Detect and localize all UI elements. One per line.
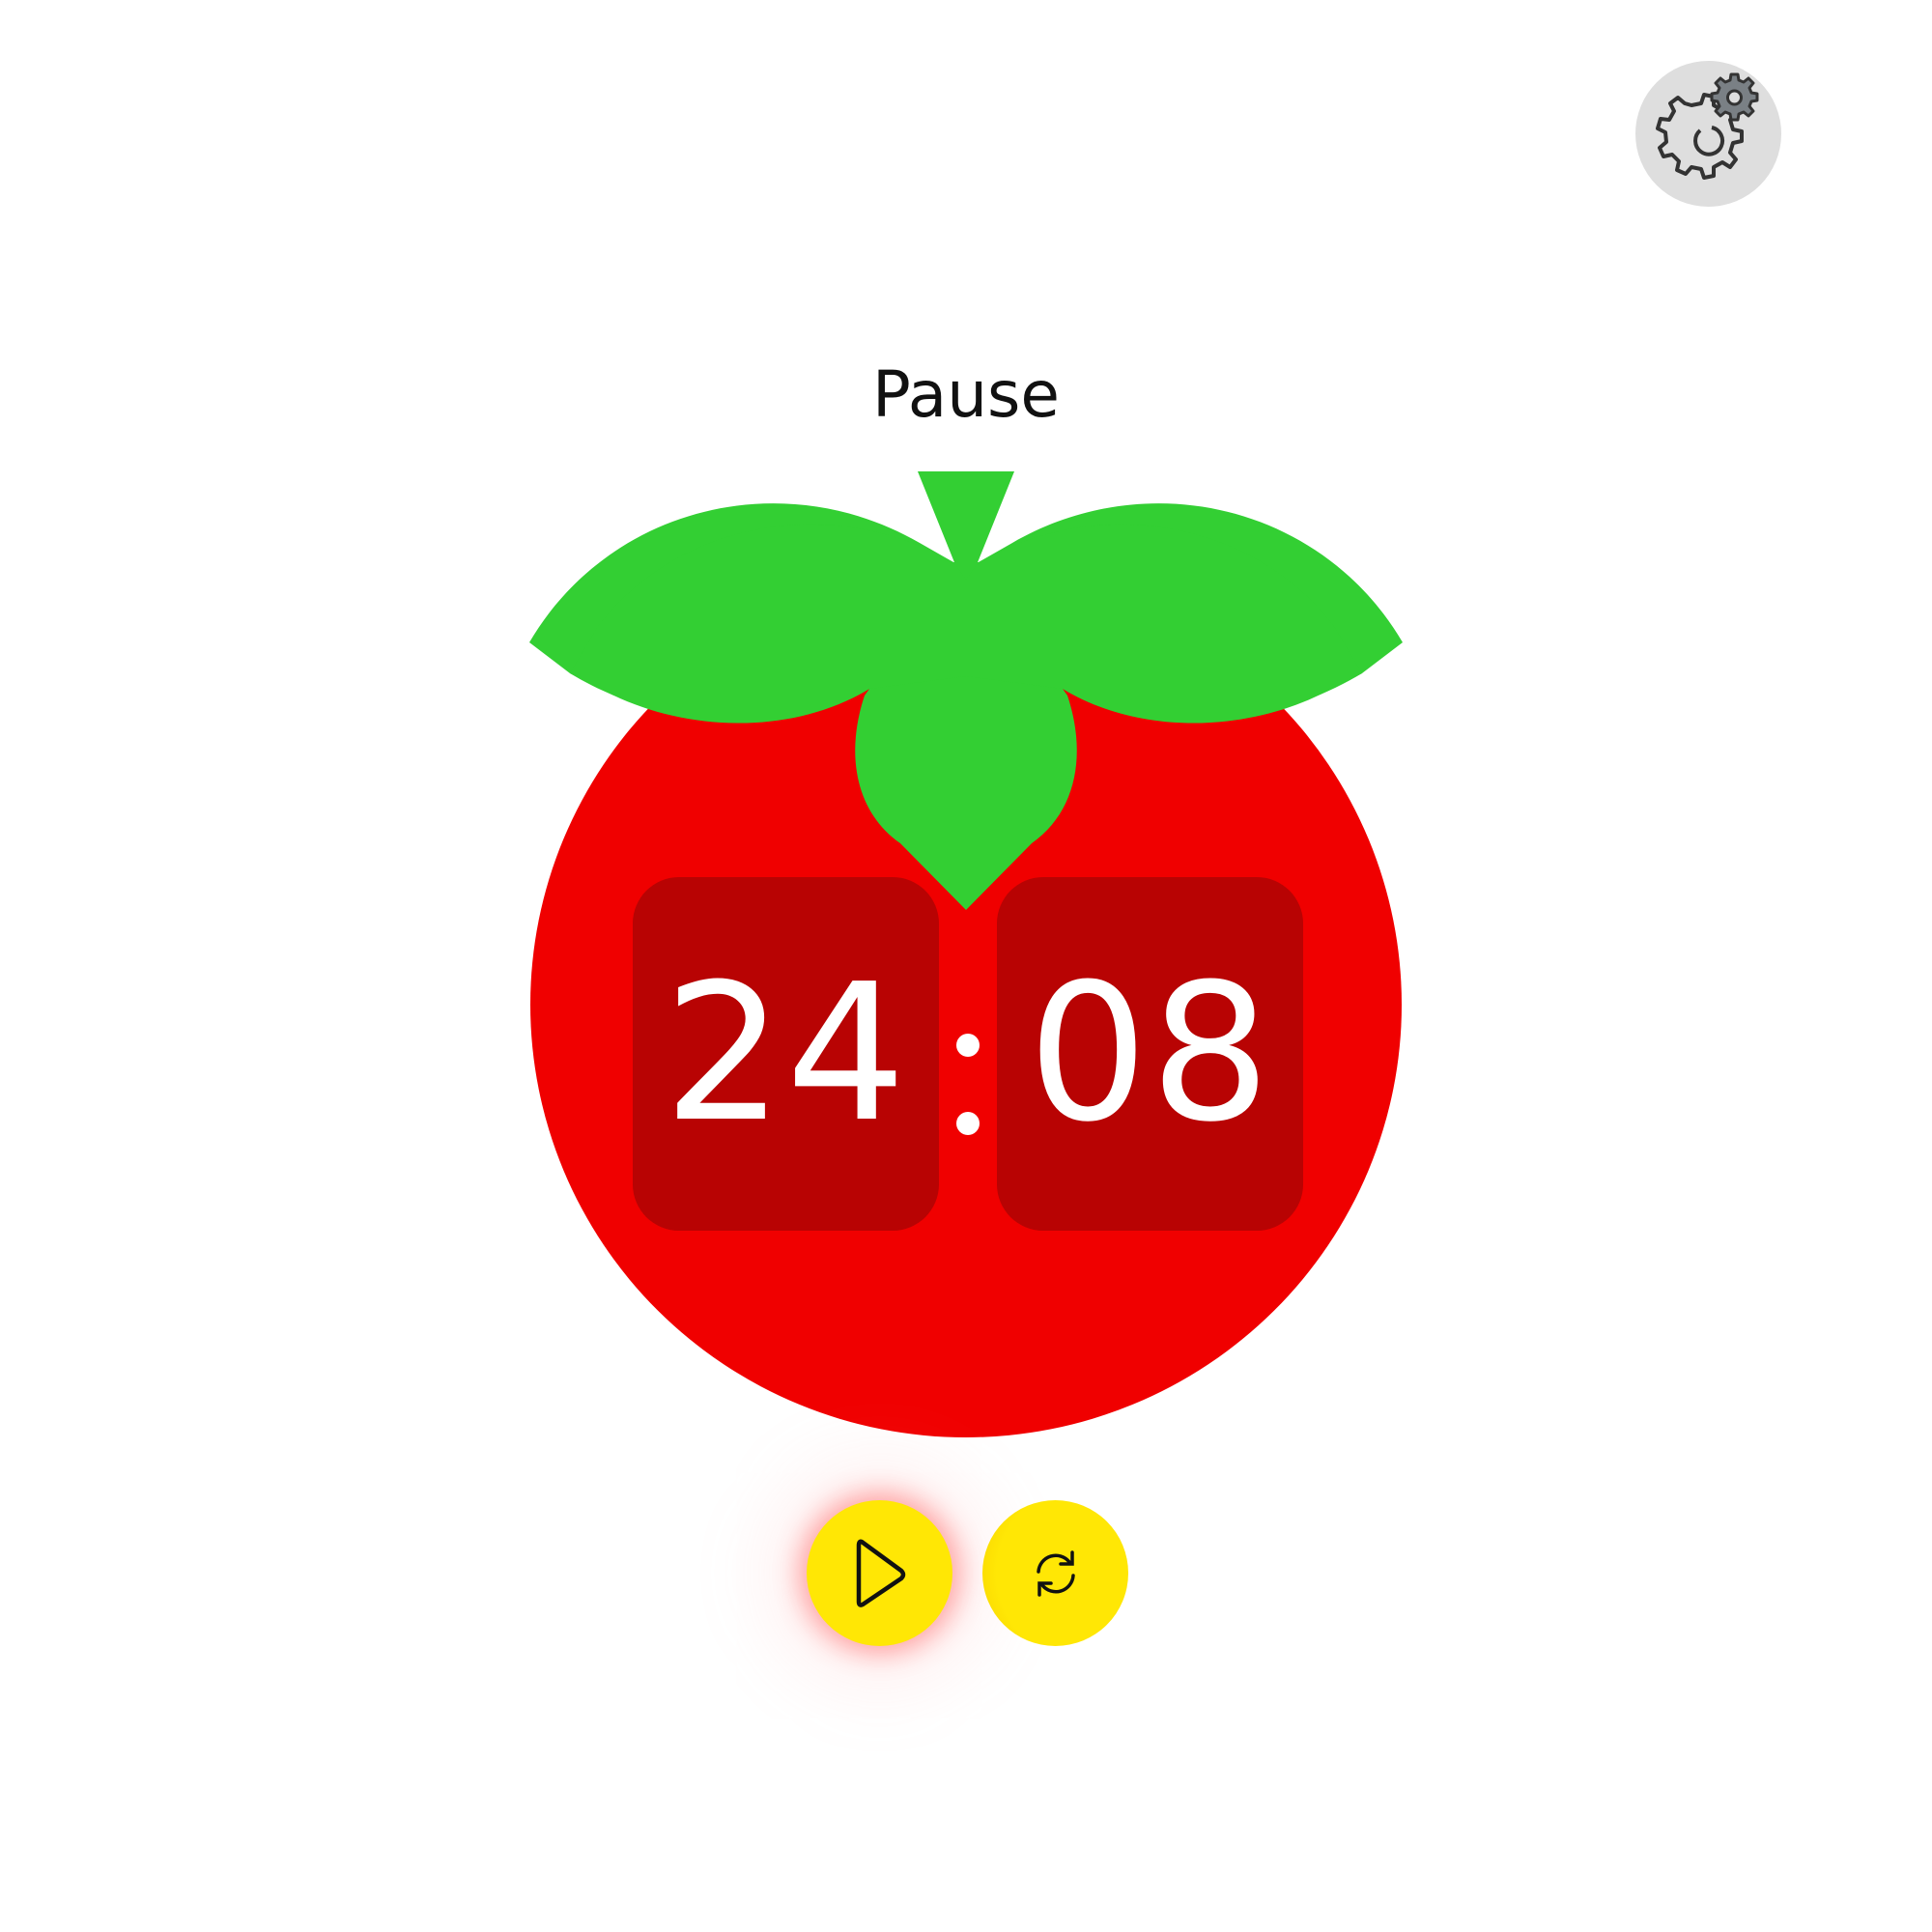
- tomato-graphic: [529, 471, 1403, 1437]
- minutes-display: 24: [633, 877, 939, 1231]
- pomodoro-page: Pause 24 08: [0, 0, 1932, 1932]
- colon-dot-bottom: [956, 1112, 980, 1135]
- refresh-icon: [1036, 1549, 1075, 1597]
- seconds-display: 08: [997, 877, 1303, 1231]
- play-icon: [856, 1539, 905, 1607]
- play-button[interactable]: [807, 1500, 952, 1646]
- colon-dot-top: [956, 1034, 980, 1057]
- reset-button[interactable]: [982, 1500, 1128, 1646]
